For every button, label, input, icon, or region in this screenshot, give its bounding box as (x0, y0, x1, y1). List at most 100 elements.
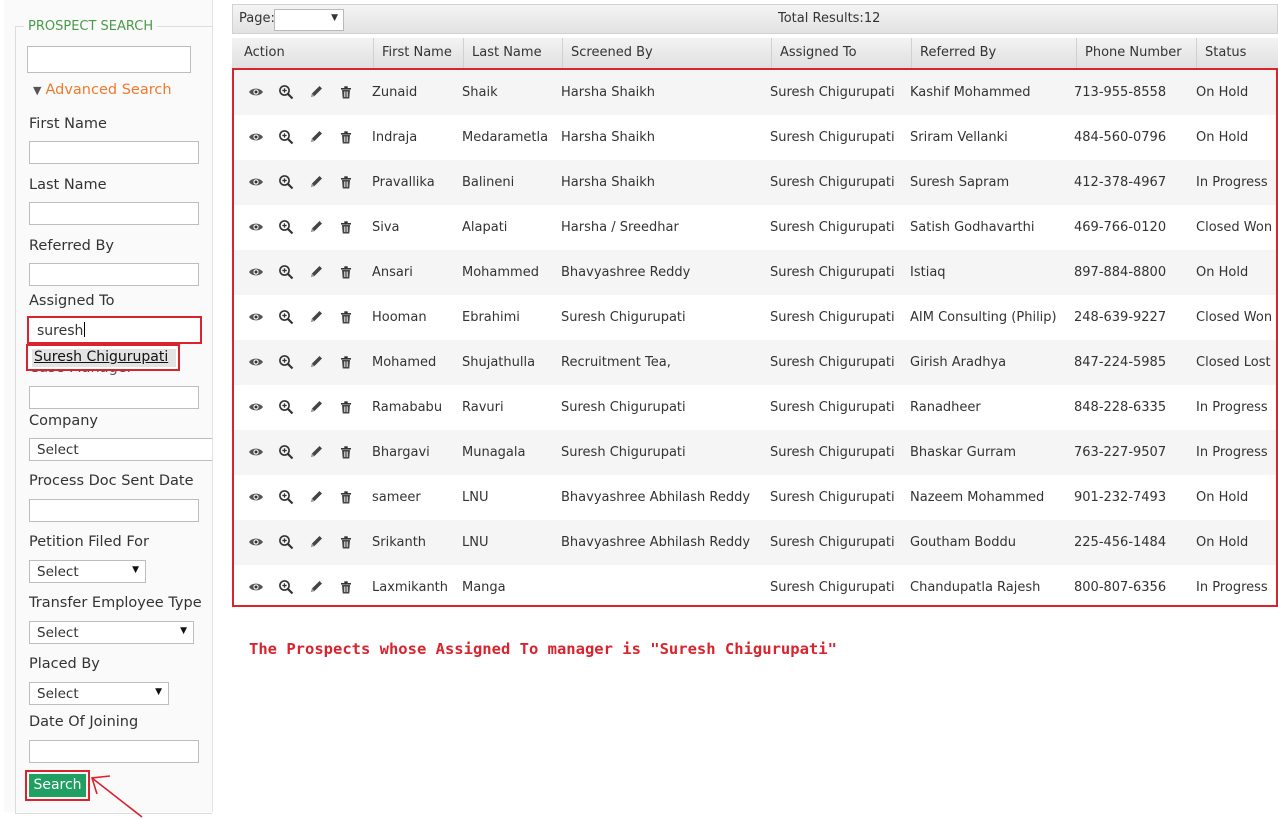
delete-icon[interactable] (338, 219, 354, 235)
zoom-icon[interactable] (278, 489, 294, 505)
process-doc-sent-date-field[interactable] (29, 499, 199, 522)
company-select[interactable]: Select (29, 438, 212, 461)
eye-icon[interactable] (248, 444, 264, 460)
eye-icon[interactable] (248, 129, 264, 145)
zoom-icon[interactable] (278, 84, 294, 100)
delete-icon[interactable] (338, 174, 354, 190)
search-button[interactable]: Search (29, 774, 86, 797)
petition-filed-for-select[interactable]: Select ▼ (29, 560, 146, 583)
delete-icon[interactable] (338, 534, 354, 550)
delete-icon[interactable] (338, 579, 354, 595)
zoom-icon[interactable] (278, 309, 294, 325)
eye-icon[interactable] (248, 309, 264, 325)
edit-icon[interactable] (308, 174, 324, 190)
eye-icon[interactable] (248, 489, 264, 505)
edit-icon[interactable] (308, 309, 324, 325)
phone-number-cell: 901-232-7493 (1074, 490, 1167, 505)
screened-by-cell: Harsha / Sreedhar (561, 220, 679, 235)
table-row[interactable]: Laxmikanth Manga Suresh Chigurupati Chandup… (234, 565, 1276, 610)
column-header-phone-number[interactable]: Phone Number (1076, 38, 1196, 68)
edit-icon[interactable] (308, 129, 324, 145)
phone-number-cell: 897-884-8800 (1074, 265, 1167, 280)
table-row[interactable]: Zunaid Shaik Harsha Shaikh Suresh Chigurupa… (234, 70, 1276, 115)
table-row[interactable]: Ansari Mohammed Bhavyashree Reddy Suresh Ch… (234, 250, 1276, 295)
edit-icon[interactable] (308, 219, 324, 235)
zoom-icon[interactable] (278, 579, 294, 595)
column-header-screened-by[interactable]: Screened By (562, 38, 771, 68)
column-header-assigned-to[interactable]: Assigned To (771, 38, 911, 68)
text-caret (84, 322, 86, 337)
screened-by-cell: Recruitment Tea, (561, 355, 671, 370)
table-row[interactable]: sameer LNU Bhavyashree Abhilash Reddy Sures… (234, 475, 1276, 520)
table-row[interactable]: Hooman Ebrahimi Suresh Chigurupati Suresh C… (234, 295, 1276, 340)
eye-icon[interactable] (248, 264, 264, 280)
table-row[interactable]: Ramababu Ravuri Suresh Chigurupati Suresh C… (234, 385, 1276, 430)
eye-icon[interactable] (248, 354, 264, 370)
autocomplete-option[interactable]: Suresh Chigurupati (32, 349, 176, 367)
table-row[interactable]: Pravallika Balineni Harsha Shaikh Suresh Ch… (234, 160, 1276, 205)
zoom-icon[interactable] (278, 264, 294, 280)
edit-icon[interactable] (308, 579, 324, 595)
page-select[interactable]: ▼ (274, 9, 344, 31)
delete-icon[interactable] (338, 354, 354, 370)
zoom-icon[interactable] (278, 129, 294, 145)
date-of-joining-label: Date Of Joining (29, 714, 139, 730)
edit-icon[interactable] (308, 264, 324, 280)
column-header-action[interactable]: Action (236, 38, 373, 68)
date-of-joining-field[interactable] (29, 740, 199, 763)
zoom-icon[interactable] (278, 354, 294, 370)
eye-icon[interactable] (248, 534, 264, 550)
first-name-field[interactable] (29, 141, 199, 164)
transfer-employee-type-select[interactable]: Select ▼ (29, 621, 194, 644)
delete-icon[interactable] (338, 444, 354, 460)
assigned-to-field[interactable]: suresh (27, 316, 202, 344)
delete-icon[interactable] (338, 309, 354, 325)
zoom-icon[interactable] (278, 399, 294, 415)
advanced-search-toggle[interactable]: ▼ Advanced Search (33, 82, 172, 98)
first-name-label: First Name (29, 116, 107, 132)
edit-icon[interactable] (308, 399, 324, 415)
table-row[interactable]: Indraja Medarametla Harsha Shaikh Suresh Ch… (234, 115, 1276, 160)
screened-by-cell: Bhavyashree Abhilash Reddy (561, 490, 751, 505)
eye-icon[interactable] (248, 399, 264, 415)
delete-icon[interactable] (338, 129, 354, 145)
referred-by-cell: Chandupatla Rajesh (910, 580, 1041, 595)
transfer-select-value: Select (37, 625, 79, 641)
table-row[interactable]: Srikanth LNU Bhavyashree Abhilash Reddy Sur… (234, 520, 1276, 565)
eye-icon[interactable] (248, 219, 264, 235)
delete-icon[interactable] (338, 489, 354, 505)
column-header-referred-by[interactable]: Referred By (911, 38, 1076, 68)
zoom-icon[interactable] (278, 444, 294, 460)
assigned-to-cell: Suresh Chigurupati (770, 265, 895, 280)
last-name-field[interactable] (29, 202, 199, 225)
table-row[interactable]: Bhargavi Munagala Suresh Chigurupati Suresh… (234, 430, 1276, 475)
delete-icon[interactable] (338, 264, 354, 280)
edit-icon[interactable] (308, 489, 324, 505)
edit-icon[interactable] (308, 534, 324, 550)
first-name-cell: Indraja (372, 130, 418, 145)
referred-by-field[interactable] (29, 263, 199, 286)
delete-icon[interactable] (338, 84, 354, 100)
edit-icon[interactable] (308, 444, 324, 460)
edit-icon[interactable] (308, 84, 324, 100)
delete-icon[interactable] (338, 399, 354, 415)
eye-icon[interactable] (248, 84, 264, 100)
case-manager-field[interactable] (29, 386, 199, 409)
eye-icon[interactable] (248, 579, 264, 595)
edit-icon[interactable] (308, 354, 324, 370)
grid-toolbar: Page: ▼ Total Results:12 (232, 4, 1278, 34)
zoom-icon[interactable] (278, 219, 294, 235)
column-header-status[interactable]: Status (1196, 38, 1278, 68)
placed-by-select[interactable]: Select ▼ (29, 682, 169, 705)
column-header-last-name[interactable]: Last Name (463, 38, 562, 68)
status-cell: On Hold (1196, 265, 1249, 280)
zoom-icon[interactable] (278, 174, 294, 190)
zoom-icon[interactable] (278, 534, 294, 550)
column-header-first-name[interactable]: First Name (373, 38, 463, 68)
table-row[interactable]: Mohamed Shujathulla Recruitment Tea, Suresh… (234, 340, 1276, 385)
quick-search-input[interactable] (27, 46, 191, 73)
placed-by-label: Placed By (29, 656, 100, 672)
eye-icon[interactable] (248, 174, 264, 190)
last-name-cell: Ravuri (462, 400, 504, 415)
table-row[interactable]: Siva Alapati Harsha / Sreedhar Suresh Chigu… (234, 205, 1276, 250)
